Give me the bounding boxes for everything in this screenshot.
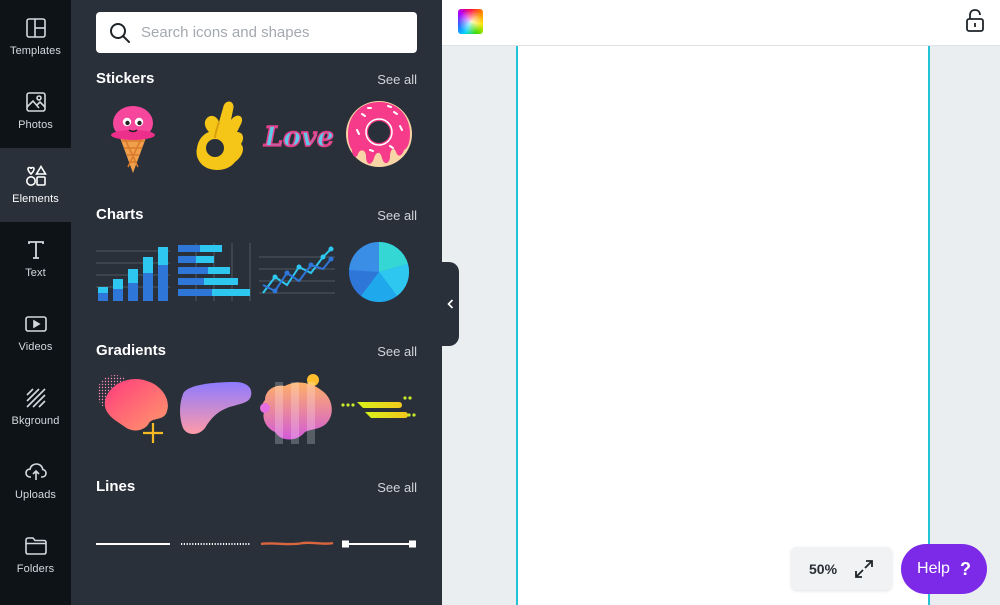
section-title-lines: Lines (96, 478, 136, 495)
nav-photos[interactable]: Photos (0, 74, 71, 148)
see-all-lines[interactable]: See all (377, 480, 417, 495)
zoom-level[interactable]: 50% (809, 561, 837, 577)
see-all-gradients[interactable]: See all (377, 344, 417, 359)
search-box[interactable] (96, 12, 417, 53)
side-nav: Templates Photos Elements Text Videos Bk… (0, 0, 71, 605)
nav-background[interactable]: Bkground (0, 370, 71, 444)
nav-label: Bkground (11, 415, 60, 427)
unlock-icon (966, 9, 984, 32)
love-text: Love (263, 122, 334, 153)
see-all-charts[interactable]: See all (377, 208, 417, 223)
chart-pie[interactable] (341, 234, 417, 310)
chart-line[interactable] (259, 234, 335, 310)
nav-label: Videos (18, 341, 53, 353)
templates-icon (25, 17, 47, 39)
line-brush[interactable] (259, 506, 335, 582)
sticker-donut[interactable] (341, 98, 417, 174)
sticker-ice-cream[interactable] (95, 98, 171, 174)
elements-panel: Stickers See all Love (71, 0, 442, 605)
nav-videos[interactable]: Videos (0, 296, 71, 370)
background-icon (25, 387, 47, 409)
chart-bar-stacked[interactable] (95, 234, 171, 310)
nav-templates[interactable]: Templates (0, 0, 71, 74)
background-color-button[interactable] (458, 9, 483, 34)
gradient-blob-pink[interactable] (95, 370, 171, 446)
design-page[interactable] (516, 46, 930, 605)
lock-button[interactable] (964, 9, 986, 33)
question-icon: ? (959, 558, 971, 579)
section-title-gradients: Gradients (96, 342, 167, 359)
nav-text[interactable]: Text (0, 222, 71, 296)
section-title-charts: Charts (96, 206, 144, 223)
nav-elements[interactable]: Elements (0, 148, 71, 222)
elements-icon (25, 165, 47, 187)
photos-icon (25, 91, 47, 113)
line-square-ends[interactable] (341, 506, 417, 582)
nav-label: Uploads (14, 489, 57, 501)
gradient-blob-stripes[interactable] (259, 370, 335, 446)
help-label: Help (917, 560, 950, 577)
nav-label: Photos (18, 119, 53, 131)
chevron-left-icon (447, 299, 454, 309)
nav-label: Text (25, 267, 46, 279)
sticker-love-lettering[interactable]: Love (261, 98, 337, 174)
line-dotted[interactable] (177, 506, 253, 582)
chart-bar-horizontal[interactable] (177, 234, 253, 310)
see-all-stickers[interactable]: See all (377, 72, 417, 87)
search-icon (109, 22, 131, 44)
text-icon (25, 239, 47, 261)
search-input[interactable] (141, 24, 391, 41)
nav-label: Folders (16, 563, 55, 575)
collapse-panel-button[interactable] (442, 262, 459, 346)
uploads-icon (24, 461, 47, 483)
nav-folders[interactable]: Folders (0, 518, 71, 592)
folders-icon (24, 535, 47, 557)
videos-icon (24, 313, 47, 335)
gradient-blob-purple[interactable] (177, 370, 253, 446)
help-button[interactable]: Help ? (901, 544, 987, 594)
gradient-speed-lines[interactable] (341, 370, 417, 446)
nav-label: Templates (9, 45, 62, 57)
line-solid[interactable] (95, 506, 171, 582)
sticker-ok-hand[interactable] (181, 98, 257, 174)
nav-label: Elements (12, 193, 59, 205)
editor-toolbar (442, 0, 1000, 46)
nav-uploads[interactable]: Uploads (0, 444, 71, 518)
section-title-stickers: Stickers (96, 70, 155, 87)
expand-icon[interactable] (854, 559, 874, 579)
zoom-control: 50% (791, 547, 892, 590)
